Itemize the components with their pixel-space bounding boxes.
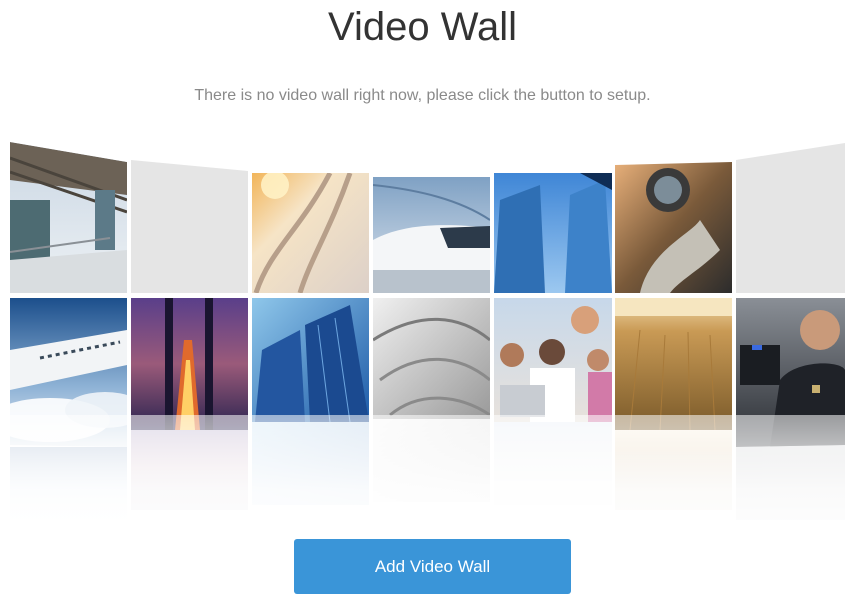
tile-wheat-field: [615, 298, 732, 430]
tile-bridge-night: [131, 298, 248, 430]
tile-white-building: [373, 298, 490, 419]
tile-motorcyclist: [615, 162, 732, 293]
tile-glass-towers: [494, 173, 612, 293]
tile-empty-1: [131, 160, 248, 293]
tile-snow-road: [252, 173, 369, 293]
empty-state-message: There is no video wall right now, please…: [194, 87, 651, 104]
tile-family-laptop: [494, 298, 612, 422]
tile-blue-skyscraper: [252, 298, 369, 422]
page-title: Video Wall: [328, 5, 517, 49]
add-video-wall-button[interactable]: Add Video Wall: [294, 539, 571, 594]
tile-empty-2: [736, 143, 845, 293]
tile-bullet-train: [373, 177, 490, 293]
tile-airport-terminal: [10, 142, 127, 293]
video-wall-preview: [0, 140, 845, 540]
reflection-fade: [0, 415, 845, 540]
